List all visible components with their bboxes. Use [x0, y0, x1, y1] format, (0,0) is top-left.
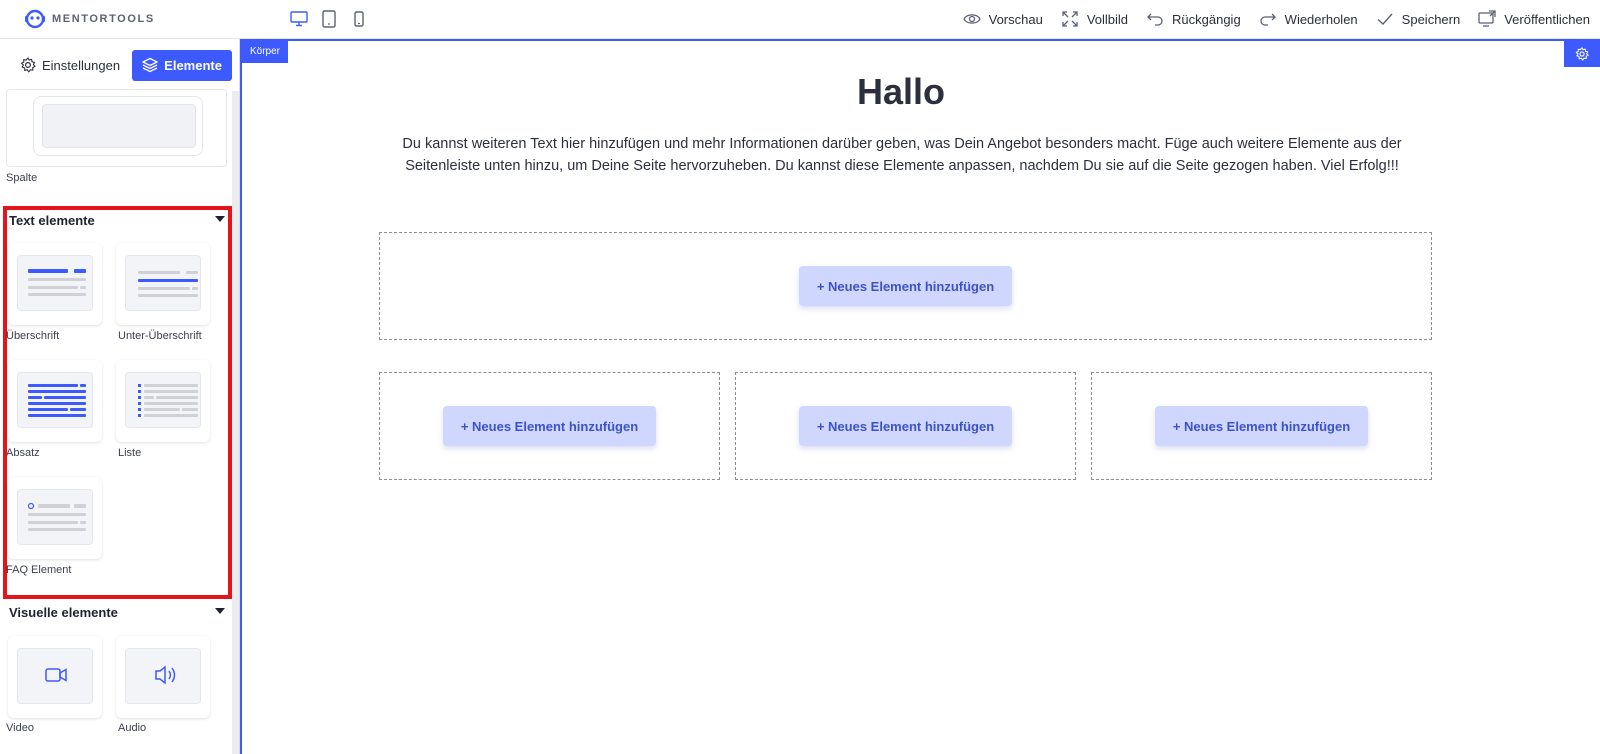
add-element-button[interactable]: + Neues Element hinzufügen: [798, 406, 1013, 446]
publish-button[interactable]: Veröffentlichen: [1478, 10, 1590, 28]
publish-label: Veröffentlichen: [1504, 11, 1590, 27]
video-caption: Video: [6, 722, 34, 734]
list-thumbnail-icon: [138, 384, 198, 417]
tab-settings-label: Einstellungen: [42, 57, 121, 73]
page-canvas[interactable]: Körper Hallo Du kannst weiteren Text hie…: [240, 39, 1600, 754]
tablet-icon[interactable]: [320, 9, 338, 29]
undo-button[interactable]: Rückgängig: [1146, 10, 1241, 28]
subheading-thumbnail-icon: [138, 271, 198, 297]
audio-caption: Audio: [118, 722, 147, 734]
mobile-icon[interactable]: [350, 9, 368, 29]
tab-elements-label: Elemente: [164, 57, 222, 73]
paragraph-tile[interactable]: [8, 360, 102, 442]
add-element-button[interactable]: + Neues Element hinzufügen: [1154, 406, 1369, 446]
gear-icon: [20, 57, 36, 73]
device-switcher: [290, 9, 368, 29]
intro-paragraph[interactable]: Du kannst weiteren Text hier hinzufügen …: [372, 133, 1432, 177]
column-thumbnail: [33, 96, 203, 156]
faq-tile[interactable]: [8, 477, 102, 559]
brand-name: MENTORTOOLS: [52, 13, 155, 25]
visual-section-title[interactable]: Visuelle elemente: [9, 605, 118, 620]
add-element-button[interactable]: + Neues Element hinzufügen: [798, 266, 1013, 306]
undo-label: Rückgängig: [1172, 11, 1241, 27]
gear-icon: [1575, 47, 1589, 61]
audio-tile[interactable]: [116, 636, 210, 718]
subheading-caption: Unter-Überschrift: [118, 330, 202, 342]
canvas-settings-button[interactable]: [1564, 41, 1600, 67]
dropzone-column-1[interactable]: + Neues Element hinzufügen: [379, 372, 720, 480]
speaker-icon: [155, 665, 176, 685]
heading-caption: Überschrift: [6, 330, 60, 342]
fullscreen-label: Vollbild: [1086, 11, 1129, 27]
faq-thumbnail-icon: [27, 502, 86, 531]
fullscreen-button[interactable]: Vollbild: [1061, 10, 1128, 28]
page-title[interactable]: Hallo: [242, 71, 1560, 113]
column-caption: Spalte: [6, 172, 38, 184]
heading-thumbnail-icon: [28, 269, 86, 296]
save-button[interactable]: Speichern: [1376, 10, 1461, 28]
tab-elements[interactable]: Elemente: [132, 49, 233, 81]
redo-label: Wiederholen: [1284, 11, 1358, 27]
layers-icon: [142, 57, 159, 73]
preview-button[interactable]: Vorschau: [962, 10, 1043, 28]
undo-icon: [1147, 13, 1163, 26]
list-tile[interactable]: [116, 360, 210, 442]
caret-down-icon[interactable]: [215, 608, 225, 614]
top-toolbar: MENTORTOOLS Vorschau Vollbild Rückgängig…: [0, 0, 1600, 39]
redo-icon: [1260, 13, 1276, 26]
elements-sidebar: Einstellungen Elemente Spalte Text eleme…: [0, 39, 240, 754]
redo-button[interactable]: Wiederholen: [1259, 10, 1358, 28]
preview-label: Vorschau: [988, 11, 1043, 27]
dropzone-column-2[interactable]: + Neues Element hinzufügen: [735, 372, 1076, 480]
logo-icon: [25, 9, 45, 29]
video-tile[interactable]: [8, 636, 102, 718]
sidebar-scrollbar[interactable]: [232, 91, 239, 754]
faq-caption: FAQ Element: [6, 564, 72, 576]
add-element-button[interactable]: + Neues Element hinzufügen: [442, 406, 657, 446]
video-icon: [45, 668, 67, 682]
check-icon: [1377, 13, 1393, 25]
dropzone-full-width[interactable]: + Neues Element hinzufügen: [379, 232, 1432, 340]
desktop-icon[interactable]: [290, 9, 308, 29]
dropzone-column-3[interactable]: + Neues Element hinzufügen: [1091, 372, 1432, 480]
paragraph-caption: Absatz: [6, 447, 40, 459]
expand-icon: [1062, 11, 1078, 27]
toolbar-actions: Vorschau Vollbild Rückgängig Wiederholen…: [962, 0, 1590, 38]
eye-icon: [962, 14, 981, 24]
sidebar-tabs: Einstellungen Elemente: [0, 39, 239, 91]
column-element-tile[interactable]: [6, 89, 227, 167]
publish-icon: [1478, 10, 1496, 27]
tab-settings[interactable]: Einstellungen: [16, 50, 124, 80]
body-selection-label[interactable]: Körper: [242, 41, 289, 63]
save-label: Speichern: [1401, 11, 1461, 27]
list-caption: Liste: [118, 447, 142, 459]
heading-tile[interactable]: [8, 243, 102, 325]
subheading-tile[interactable]: [116, 243, 210, 325]
brand-logo[interactable]: MENTORTOOLS: [24, 9, 155, 29]
paragraph-thumbnail-icon: [28, 384, 86, 417]
